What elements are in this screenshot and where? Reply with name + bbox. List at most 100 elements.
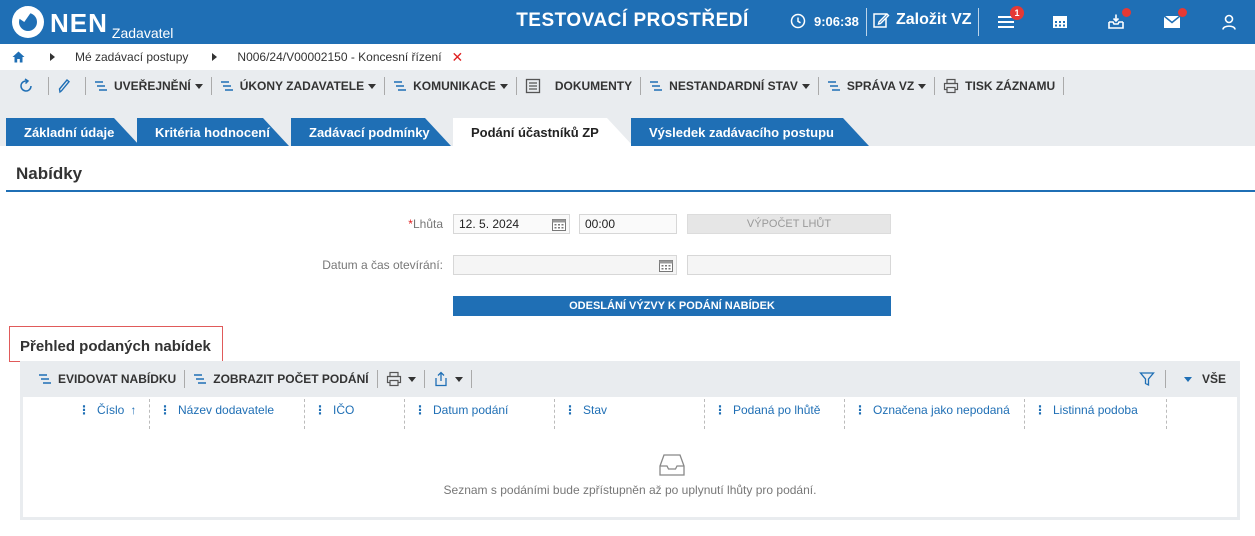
user-button[interactable] [1217, 11, 1241, 33]
print-record-button[interactable]: TISK ZÁZNAMU [935, 76, 1063, 96]
publish-menu[interactable]: UVEŘEJNĚNÍ [86, 76, 211, 96]
toolbar-divider [1164, 370, 1166, 388]
column-header-number[interactable]: ⋮ Číslo ↑ [78, 403, 136, 417]
home-icon[interactable] [12, 51, 26, 63]
caret-down-icon [801, 83, 810, 89]
calculate-deadlines-button[interactable]: VÝPOČET LHŮT [687, 214, 891, 234]
show-submission-count-button[interactable]: ZOBRAZIT POČET PODÁNÍ [185, 369, 376, 389]
caret-down-icon [368, 83, 377, 89]
clock-time: 9:06:38 [814, 13, 859, 29]
mail-dot [1178, 8, 1187, 17]
calculator-button[interactable] [1048, 11, 1072, 33]
column-menu-icon[interactable]: ⋮ [314, 403, 326, 417]
column-menu-icon[interactable]: ⋮ [854, 403, 866, 417]
create-vz-label: Založit VZ [896, 11, 972, 28]
mail-button[interactable] [1160, 8, 1187, 33]
column-label: Podaná po lhůtě [733, 403, 821, 417]
column-menu-icon[interactable]: ⋮ [414, 403, 426, 417]
grid-export-menu[interactable] [425, 369, 471, 389]
deadline-label-wrap: *Lhůta [340, 217, 443, 231]
deadline-time-field[interactable]: 00:00 [579, 214, 677, 234]
column-header-marked-not-submitted[interactable]: ⋮ Označena jako nepodaná [854, 403, 1010, 417]
filter-all-label[interactable]: VŠE [1202, 372, 1226, 386]
grid-print-menu[interactable] [378, 369, 424, 389]
column-label: IČO [333, 403, 355, 417]
caret-down-icon [194, 83, 203, 89]
column-header-ico[interactable]: ⋮ IČO [314, 403, 354, 417]
publish-label: UVEŘEJNĚNÍ [114, 79, 191, 93]
column-menu-icon[interactable]: ⋮ [714, 403, 726, 417]
divider [866, 8, 867, 36]
list-action-icon [220, 81, 233, 91]
edit-button[interactable] [49, 76, 85, 96]
nonstandard-state-menu[interactable]: NESTANDARDNÍ STAV [641, 76, 818, 96]
calendar-icon[interactable] [552, 218, 566, 231]
empty-inbox-icon [659, 454, 685, 476]
submissions-overview-title: Přehled podaných nabídek [20, 338, 211, 355]
caret-down-icon[interactable] [1183, 376, 1192, 382]
opening-time-field[interactable] [687, 255, 891, 275]
column-menu-icon[interactable]: ⋮ [1034, 403, 1046, 417]
column-label: Datum podání [433, 403, 509, 417]
vz-management-label: SPRÁVA VZ [846, 79, 915, 93]
filter-icon[interactable] [1139, 371, 1155, 387]
contracting-actions-menu[interactable]: ÚKONY ZADAVATELE [212, 76, 384, 96]
vz-management-menu[interactable]: SPRÁVA VZ [819, 76, 934, 96]
column-divider [844, 399, 845, 429]
column-header-supplier-name[interactable]: ⋮ Název dodavatele [159, 403, 274, 417]
column-menu-icon[interactable]: ⋮ [159, 403, 171, 417]
column-header-submission-date[interactable]: ⋮ Datum podání [414, 403, 508, 417]
logo-subtitle: Zadavatel [111, 25, 174, 41]
column-divider [149, 399, 150, 429]
opening-label: Datum a čas otevírání: [322, 258, 443, 272]
documents-label: DOKUMENTY [554, 79, 633, 93]
empty-state-message: Seznam s podáními bude zpřístupněn až po… [443, 483, 817, 497]
tab-tender-conditions[interactable]: Zadávací podmínky [291, 118, 451, 146]
communication-menu[interactable]: KOMUNIKACE [385, 76, 516, 96]
grid-toolbar: EVIDOVAT NABÍDKU ZOBRAZIT POČET PODÁNÍ [20, 361, 1240, 397]
action-toolbar: UVEŘEJNĚNÍ ÚKONY ZADAVATELE KOMUNIKACE D… [0, 70, 1255, 102]
logo-text: NEN [50, 8, 108, 38]
nen-logo[interactable]: NEN Zadavatel [12, 6, 174, 41]
refresh-icon [20, 78, 32, 92]
documents-button[interactable]: DOKUMENTY [517, 76, 640, 96]
send-bid-invitation-button[interactable]: ODESLÁNÍ VÝZVY K PODÁNÍ NABÍDEK [453, 296, 891, 316]
list-action-icon [194, 374, 207, 384]
breadcrumb-my-procedures[interactable]: Mé zadávací postupy [75, 50, 188, 64]
calendar-icon[interactable] [659, 259, 673, 272]
grid-body: ⋮ Číslo ↑ ⋮ Název dodavatele ⋮ IČO ⋮ Datum po… [23, 397, 1237, 517]
tab-participant-submissions[interactable]: Podání účastníků ZP [453, 118, 633, 146]
create-vz-button[interactable]: Založit VZ [872, 11, 972, 29]
list-action-icon [394, 81, 407, 91]
inbox-button[interactable] [1104, 8, 1131, 33]
column-menu-icon[interactable]: ⋮ [564, 403, 576, 417]
tab-bar: Základní údaje Kritéria hodnocení Zadáva… [0, 102, 1255, 146]
column-menu-icon[interactable]: ⋮ [78, 403, 90, 417]
refresh-button[interactable] [10, 76, 48, 96]
register-bid-button[interactable]: EVIDOVAT NABÍDKU [34, 369, 184, 389]
sort-ascending-icon: ↑ [130, 403, 137, 417]
toolbar-divider [1063, 77, 1065, 95]
tab-procedure-result[interactable]: Výsledek zadávacího postupu [631, 118, 869, 146]
tab-basic-info[interactable]: Základní údaje [6, 118, 140, 146]
column-header-status[interactable]: ⋮ Stav [564, 403, 607, 417]
close-icon[interactable]: ✕ [452, 49, 464, 66]
column-label: Listinná podoba [1053, 403, 1138, 417]
menu-button[interactable]: 1 [994, 6, 1024, 33]
printer-icon [944, 78, 959, 94]
print-record-label: TISK ZÁZNAMU [965, 79, 1056, 93]
tab-evaluation-criteria[interactable]: Kritéria hodnocení [137, 118, 289, 146]
breadcrumb-current-procedure[interactable]: N006/24/V00002150 - Koncesní řízení [237, 50, 441, 64]
deadline-date-field[interactable]: 12. 5. 2024 [453, 214, 570, 234]
column-divider [704, 399, 705, 429]
list-action-icon [827, 81, 840, 91]
deadline-label: Lhůta [412, 217, 443, 231]
opening-date-field[interactable] [453, 255, 677, 275]
column-header-paper-form[interactable]: ⋮ Listinná podoba [1034, 403, 1138, 417]
submissions-grid: EVIDOVAT NABÍDKU ZOBRAZIT POČET PODÁNÍ V… [20, 361, 1240, 520]
breadcrumb: Mé zadávací postupy N006/24/V00002150 - … [0, 44, 1255, 70]
chevron-right-icon [212, 53, 218, 61]
column-header-late[interactable]: ⋮ Podaná po lhůtě [714, 403, 820, 417]
top-bar: NEN Zadavatel TESTOVACÍ PROSTŘEDÍ 9:06:3… [0, 0, 1255, 44]
deadline-time-value: 00:00 [585, 217, 616, 231]
